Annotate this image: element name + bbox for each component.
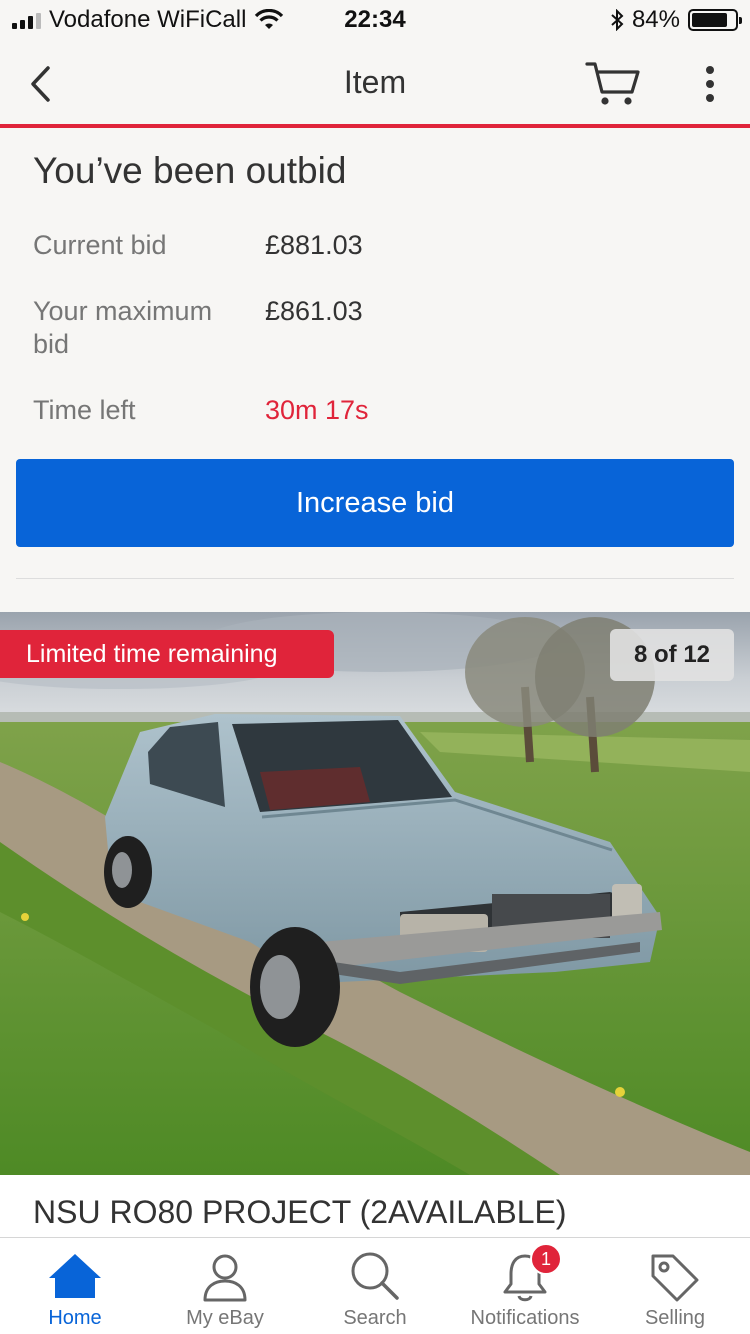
- car-photo-image: [0, 612, 750, 1175]
- tab-selling[interactable]: Selling: [600, 1238, 750, 1334]
- time-left-label: Time left: [33, 395, 136, 425]
- tab-notifications[interactable]: 1 Notifications: [450, 1238, 600, 1334]
- current-bid-value: £881.03: [265, 230, 363, 260]
- tab-search[interactable]: Search: [300, 1238, 450, 1334]
- nav-bar: Item: [0, 40, 750, 128]
- search-icon: [351, 1252, 399, 1300]
- max-bid-value: £861.03: [265, 296, 363, 326]
- divider: [16, 578, 734, 579]
- item-photo[interactable]: [0, 612, 750, 1175]
- user-icon: [203, 1254, 247, 1302]
- battery-percent: 84%: [631, 6, 680, 33]
- increase-bid-button[interactable]: Increase bid: [16, 459, 734, 547]
- home-icon: [49, 1254, 101, 1298]
- tab-my-ebay[interactable]: My eBay: [150, 1238, 300, 1334]
- tab-home[interactable]: Home: [0, 1238, 150, 1334]
- tab-selling-label: Selling: [644, 1307, 706, 1329]
- limited-time-badge: Limited time remaining: [0, 630, 334, 678]
- tab-my-ebay-label: My eBay: [186, 1307, 264, 1329]
- notification-count-badge: 1: [530, 1243, 562, 1275]
- battery-fill: [692, 13, 728, 27]
- tab-home-label: Home: [48, 1307, 102, 1329]
- item-title-section: NSU RO80 PROJECT (2AVAILABLE): [0, 1175, 750, 1237]
- tab-notifications-label: Notifications: [470, 1307, 580, 1329]
- chevron-left-icon: [31, 66, 50, 102]
- tag-icon: [651, 1254, 699, 1302]
- outbid-heading: You’ve been outbid: [33, 150, 347, 191]
- current-bid-label: Current bid: [33, 230, 167, 260]
- more-options-button[interactable]: [690, 64, 730, 108]
- tab-bar: Home My eBay Search 1 Notifications Sell…: [0, 1237, 750, 1334]
- more-vertical-icon: [706, 66, 714, 102]
- max-bid-label: Your maximum bid: [33, 296, 213, 359]
- time-left-value: 30m 17s: [265, 395, 369, 425]
- cart-icon: [585, 62, 640, 105]
- cart-button[interactable]: [584, 58, 642, 110]
- status-right: 84%: [610, 6, 742, 34]
- bluetooth-icon: [611, 9, 624, 31]
- image-counter: 8 of 12: [610, 629, 734, 681]
- item-title: NSU RO80 PROJECT (2AVAILABLE): [33, 1194, 567, 1230]
- status-bar: Vodafone WiFiCall 22:34 84%: [0, 0, 750, 40]
- battery-icon: [688, 9, 742, 31]
- back-button[interactable]: [22, 62, 62, 106]
- tab-search-label: Search: [343, 1307, 407, 1329]
